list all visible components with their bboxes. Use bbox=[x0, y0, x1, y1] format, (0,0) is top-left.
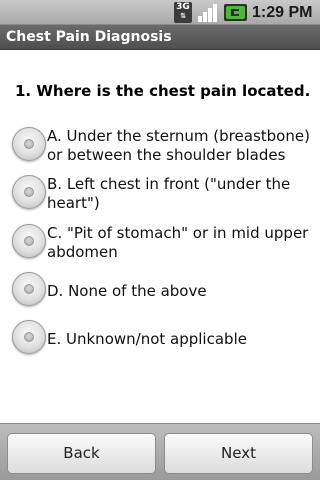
radio-button[interactable] bbox=[12, 272, 46, 306]
signal-strength-icon bbox=[198, 4, 217, 22]
question-text: 1. Where is the chest pain located. bbox=[15, 82, 311, 100]
app-title: Chest Pain Diagnosis bbox=[6, 29, 172, 45]
status-bar: 3G ⇅ 1:29 PM bbox=[0, 0, 320, 25]
radio-button[interactable] bbox=[12, 224, 46, 258]
option-label[interactable]: C. "Pit of stomach" or in mid upper abdo… bbox=[47, 224, 312, 262]
option-label[interactable]: E. Unknown/not applicable bbox=[47, 330, 312, 349]
battery-icon bbox=[224, 4, 247, 21]
radio-button[interactable] bbox=[12, 127, 46, 161]
option-label[interactable]: B. Left chest in front ("under the heart… bbox=[47, 175, 312, 213]
radio-button[interactable] bbox=[12, 320, 46, 354]
option-label[interactable]: A. Under the sternum (breastbone) or bet… bbox=[47, 127, 312, 165]
next-button[interactable]: Next bbox=[164, 433, 313, 474]
option-label[interactable]: D. None of the above bbox=[47, 282, 312, 301]
title-bar: Chest Pain Diagnosis bbox=[0, 25, 320, 50]
back-button[interactable]: Back bbox=[7, 433, 156, 474]
network-label: 3G bbox=[176, 2, 190, 12]
bottom-button-bar: Back Next bbox=[0, 423, 320, 480]
radio-button[interactable] bbox=[12, 175, 46, 209]
network-3g-icon: 3G ⇅ bbox=[174, 2, 192, 23]
clock-time: 1:29 PM bbox=[252, 4, 313, 21]
